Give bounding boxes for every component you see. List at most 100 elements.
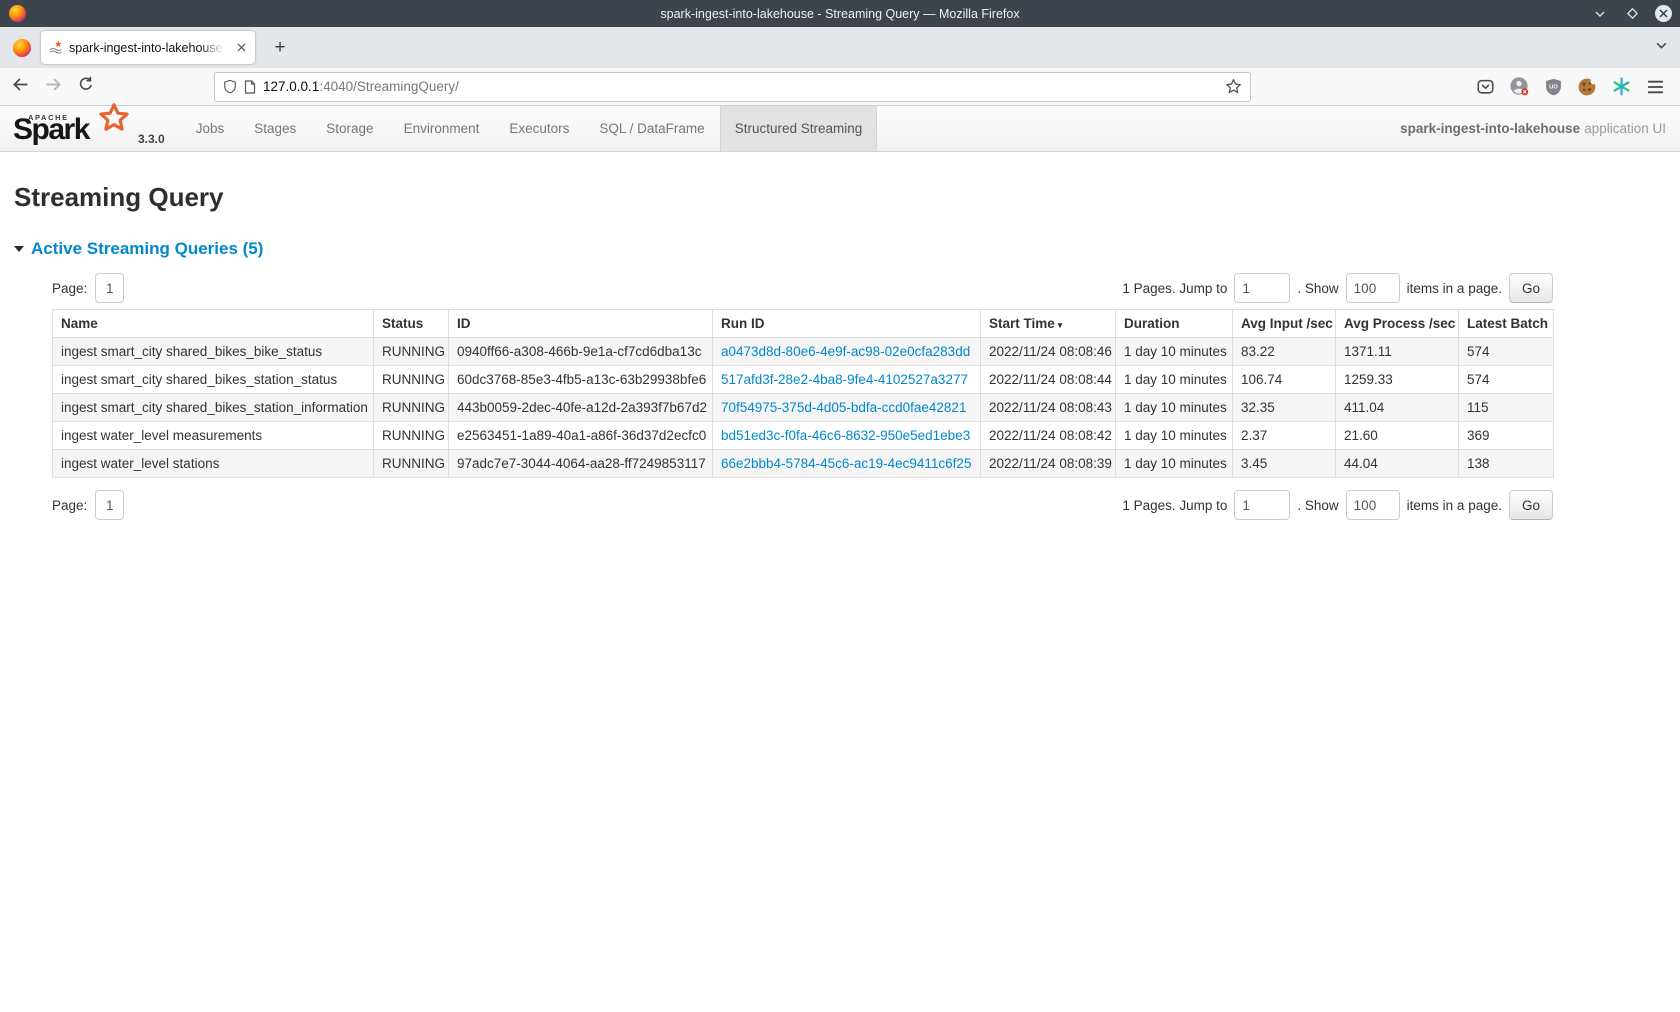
nav-tab-storage[interactable]: Storage xyxy=(311,106,388,151)
active-queries-collapse-header[interactable]: Active Streaming Queries (5) xyxy=(14,239,1680,259)
run-id-link[interactable]: bd51ed3c-f0fa-46c6-8632-950e5ed1ebe3 xyxy=(721,428,970,443)
firefox-view-icon[interactable] xyxy=(13,39,31,57)
header-status[interactable]: Status xyxy=(374,310,449,338)
spark-favicon-icon xyxy=(48,40,63,55)
nav-tab-jobs[interactable]: Jobs xyxy=(181,106,240,151)
cell-duration: 1 day 10 minutes xyxy=(1116,394,1233,422)
page-title: Streaming Query xyxy=(14,182,1680,213)
tab-close-icon[interactable] xyxy=(235,41,248,55)
cell-avg-process: 44.04 xyxy=(1336,450,1459,478)
header-run-id[interactable]: Run ID xyxy=(713,310,981,338)
cell-run-id: 66e2bbb4-5784-45c6-ac19-4ec9411c6f25 xyxy=(713,450,981,478)
cell-avg-input: 83.22 xyxy=(1233,338,1336,366)
cell-start-time: 2022/11/24 08:08:42 xyxy=(981,422,1116,450)
spark-logo[interactable]: APACHE Spark xyxy=(12,106,134,151)
reload-icon[interactable] xyxy=(78,76,94,97)
window-minimize-icon[interactable] xyxy=(1591,5,1609,23)
page-number-input[interactable] xyxy=(95,490,124,520)
ublock-shield-icon[interactable]: UO xyxy=(1540,74,1566,100)
cell-avg-input: 2.37 xyxy=(1233,422,1336,450)
application-suffix: application UI xyxy=(1584,121,1666,136)
cell-status: RUNNING xyxy=(374,450,449,478)
cell-avg-input: 32.35 xyxy=(1233,394,1336,422)
cell-latest-batch: 574 xyxy=(1459,366,1554,394)
run-id-link[interactable]: a0473d8d-80e6-4e9f-ac98-02e0cfa283dd xyxy=(721,344,970,359)
header-avg-process[interactable]: Avg Process /sec xyxy=(1336,310,1459,338)
items-per-page-input[interactable] xyxy=(1346,490,1400,520)
go-button[interactable]: Go xyxy=(1509,490,1553,520)
spark-version: 3.3.0 xyxy=(138,132,165,146)
show-label: . Show xyxy=(1297,498,1338,513)
forward-icon[interactable] xyxy=(45,76,62,98)
url-bar[interactable]: 127.0.0.1:4040/StreamingQuery/ xyxy=(214,72,1251,102)
window-title: spark-ingest-into-lakehouse - Streaming … xyxy=(0,7,1680,21)
cell-id: 97adc7e7-3044-4064-aa28-ff7249853117 xyxy=(449,450,713,478)
url-text[interactable]: 127.0.0.1:4040/StreamingQuery/ xyxy=(263,79,1218,94)
sort-desc-icon: ▾ xyxy=(1058,320,1063,330)
spark-logo-word: Spark xyxy=(13,113,89,147)
cookie-extension-icon[interactable] xyxy=(1574,74,1600,100)
header-id[interactable]: ID xyxy=(449,310,713,338)
url-path: :4040/StreamingQuery/ xyxy=(319,79,459,94)
cell-id: 60dc3768-85e3-4fb5-a13c-63b29938bfe6 xyxy=(449,366,713,394)
nav-tab-stages[interactable]: Stages xyxy=(239,106,311,151)
cell-name: ingest smart_city shared_bikes_bike_stat… xyxy=(53,338,374,366)
cell-name: ingest smart_city shared_bikes_station_i… xyxy=(53,394,374,422)
cell-duration: 1 day 10 minutes xyxy=(1116,366,1233,394)
streaming-table-area: Page: 1 Pages. Jump to . Show items in a… xyxy=(52,273,1553,520)
cell-status: RUNNING xyxy=(374,394,449,422)
table-row: ingest smart_city shared_bikes_station_i… xyxy=(53,394,1554,422)
header-name[interactable]: Name xyxy=(53,310,374,338)
cell-duration: 1 day 10 minutes xyxy=(1116,422,1233,450)
pocket-icon[interactable] xyxy=(1472,74,1498,100)
cell-id: 443b0059-2dec-40fe-a12d-2a393f7b67d2 xyxy=(449,394,713,422)
cell-start-time: 2022/11/24 08:08:39 xyxy=(981,450,1116,478)
list-all-tabs-icon[interactable] xyxy=(1655,39,1668,57)
nav-tab-environment[interactable]: Environment xyxy=(389,106,495,151)
cell-latest-batch: 369 xyxy=(1459,422,1554,450)
nav-tab-sql-dataframe[interactable]: SQL / DataFrame xyxy=(584,106,719,151)
pagination-bottom: Page: 1 Pages. Jump to . Show items in a… xyxy=(52,490,1553,520)
browser-tab[interactable]: spark-ingest-into-lakehouse xyxy=(41,31,255,64)
account-extension-icon[interactable] xyxy=(1506,74,1532,100)
menu-hamburger-icon[interactable] xyxy=(1642,74,1668,100)
nav-tab-executors[interactable]: Executors xyxy=(494,106,584,151)
run-id-link[interactable]: 70f54975-375d-4d05-bdfa-ccd0fae42821 xyxy=(721,400,966,415)
cell-avg-process: 1259.33 xyxy=(1336,366,1459,394)
application-name: spark-ingest-into-lakehouse xyxy=(1400,121,1580,136)
window-close-icon[interactable] xyxy=(1655,5,1672,22)
cell-avg-process: 21.60 xyxy=(1336,422,1459,450)
cell-duration: 1 day 10 minutes xyxy=(1116,450,1233,478)
tab-title: spark-ingest-into-lakehouse xyxy=(69,41,229,55)
page-info-icon[interactable] xyxy=(244,80,256,94)
items-per-page-input[interactable] xyxy=(1346,273,1400,303)
page-number-input[interactable] xyxy=(95,273,124,303)
cell-status: RUNNING xyxy=(374,338,449,366)
page-content: Streaming Query Active Streaming Queries… xyxy=(0,152,1680,520)
cell-id: e2563451-1a89-40a1-a86f-36d37d2ecfc0 xyxy=(449,422,713,450)
table-header-row: Name Status ID Run ID Start Time▾ Durati… xyxy=(53,310,1554,338)
header-start-time[interactable]: Start Time▾ xyxy=(981,310,1116,338)
active-queries-table: Name Status ID Run ID Start Time▾ Durati… xyxy=(52,309,1554,478)
back-icon[interactable] xyxy=(12,76,29,98)
nav-tab-structured-streaming[interactable]: Structured Streaming xyxy=(720,106,878,151)
header-duration[interactable]: Duration xyxy=(1116,310,1233,338)
jump-to-input[interactable] xyxy=(1234,490,1290,520)
browser-toolbar: 127.0.0.1:4040/StreamingQuery/ UO xyxy=(0,68,1680,106)
run-id-link[interactable]: 66e2bbb4-5784-45c6-ac19-4ec9411c6f25 xyxy=(721,456,971,471)
go-button[interactable]: Go xyxy=(1509,273,1553,303)
header-avg-input[interactable]: Avg Input /sec xyxy=(1233,310,1336,338)
bookmark-star-icon[interactable] xyxy=(1225,78,1242,95)
cell-run-id: 70f54975-375d-4d05-bdfa-ccd0fae42821 xyxy=(713,394,981,422)
window-maximize-icon[interactable] xyxy=(1623,5,1641,23)
asterisk-extension-icon[interactable] xyxy=(1608,74,1634,100)
svg-text:UO: UO xyxy=(1549,84,1558,90)
run-id-link[interactable]: 517afd3f-28e2-4ba8-9fe4-4102527a3277 xyxy=(721,372,968,387)
jump-to-input[interactable] xyxy=(1234,273,1290,303)
tab-bar: spark-ingest-into-lakehouse + xyxy=(0,27,1680,68)
pages-summary: 1 Pages. Jump to xyxy=(1122,281,1227,296)
header-latest-batch[interactable]: Latest Batch xyxy=(1459,310,1554,338)
shield-icon[interactable] xyxy=(223,79,237,94)
cell-latest-batch: 574 xyxy=(1459,338,1554,366)
new-tab-button[interactable]: + xyxy=(267,37,293,59)
